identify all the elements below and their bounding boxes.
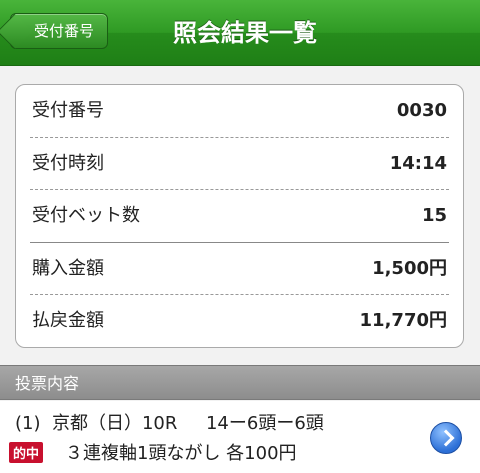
- summary-row-payout-amount: 払戻金額 11,770円: [30, 295, 449, 347]
- summary-key: 受付ベット数: [32, 205, 140, 227]
- summary-value: 15: [421, 205, 447, 227]
- summary-key: 購入金額: [32, 257, 104, 279]
- summary-row-receipt-time: 受付時刻 14:14: [30, 138, 449, 191]
- summary-value: 11,770円: [359, 310, 447, 332]
- bet-list-item[interactable]: (1) 京都（日）10R 14ー6頭ー6頭 的中 ３連複軸1頭ながし 各100円: [0, 401, 480, 473]
- hit-badge: 的中: [9, 442, 44, 463]
- summary-value: 14:14: [389, 152, 447, 174]
- summary-row-receipt-number: 受付番号 0030: [30, 85, 449, 138]
- bet-type-info: ３連複軸1頭ながし 各100円: [65, 443, 297, 464]
- summary-value: 0030: [396, 100, 447, 121]
- summary-row-purchase-amount: 購入金額 1,500円: [30, 243, 449, 296]
- summary-key: 払戻金額: [32, 310, 104, 332]
- summary-key: 受付時刻: [32, 152, 104, 174]
- section-header-bet-contents: 投票内容: [0, 365, 480, 400]
- back-button-label: 受付番号: [33, 22, 94, 40]
- disclosure-chevron-icon[interactable]: [430, 422, 462, 454]
- summary-card: 受付番号 0030 受付時刻 14:14 受付ベット数 15 購入金額 1,50…: [15, 84, 464, 348]
- header-bar: 受付番号 照会結果一覧: [0, 0, 480, 66]
- summary-value: 1,500円: [372, 257, 447, 279]
- summary-row-bet-count: 受付ベット数 15: [30, 190, 449, 243]
- summary-key: 受付番号: [32, 100, 104, 121]
- bet-race-info: (1) 京都（日）10R 14ー6頭ー6頭: [15, 413, 324, 434]
